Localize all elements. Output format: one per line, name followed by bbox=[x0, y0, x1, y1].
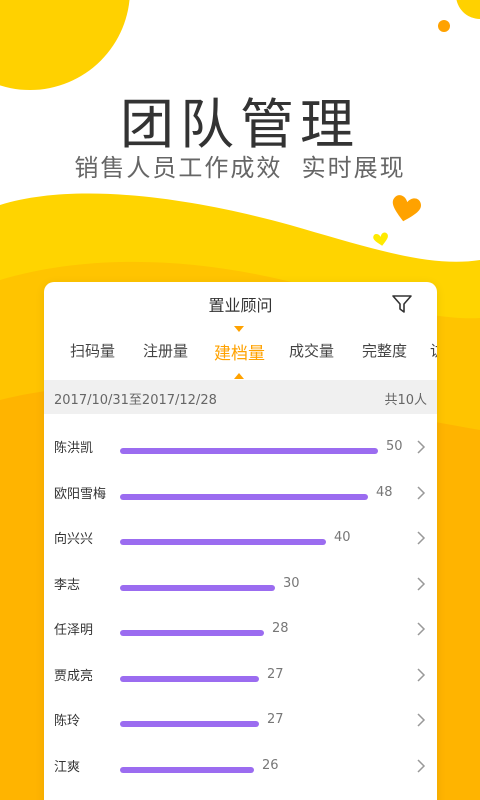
decor-dot-orange bbox=[438, 20, 450, 32]
list-item[interactable]: 向兴兴 40 bbox=[44, 518, 437, 564]
tab-visit[interactable]: 访 bbox=[430, 340, 437, 361]
value-bar bbox=[120, 766, 254, 773]
list-item[interactable]: 任泽明 28 bbox=[44, 609, 437, 655]
tab-deal[interactable]: 成交量 bbox=[289, 340, 334, 361]
consultant-name: 欧阳雪梅 bbox=[54, 486, 107, 502]
value-label: 50 bbox=[386, 439, 403, 454]
value-label: 30 bbox=[283, 575, 300, 591]
active-tab-indicator-top bbox=[234, 326, 244, 332]
active-tab-indicator-bottom bbox=[234, 373, 244, 379]
value-bar bbox=[120, 584, 275, 591]
value-label: 26 bbox=[262, 757, 279, 773]
card-title: 置业顾问 bbox=[208, 296, 273, 315]
chevron-right-icon bbox=[417, 667, 426, 682]
ranking-list: 陈洪凯 50 欧阳雪梅 48 向兴兴 40 李志 30 任泽明 28 贾成亮 27 陈玲 27 江爽 26 bbox=[44, 427, 437, 791]
total-count: 共10人 bbox=[384, 393, 427, 408]
value-label: 28 bbox=[272, 621, 289, 636]
chevron-right-icon bbox=[417, 713, 426, 727]
chevron-right-icon bbox=[417, 758, 426, 773]
value-label: 48 bbox=[376, 484, 393, 500]
chevron-right-icon bbox=[417, 531, 426, 545]
value-label: 40 bbox=[334, 530, 351, 545]
list-item[interactable]: 陈洪凯 50 bbox=[44, 427, 437, 473]
banner-subtitle: 销售人员工作成效 实时展现 bbox=[74, 154, 406, 182]
consultant-name: 陈洪凯 bbox=[54, 441, 94, 456]
consultant-name: 向兴兴 bbox=[54, 532, 94, 547]
value-bar bbox=[120, 721, 259, 727]
team-card: 置业顾问 扫码量 注册量 建档量 成交量 完整度 访 2017/10/31至20… bbox=[44, 282, 437, 800]
chevron-right-icon bbox=[417, 485, 426, 500]
list-item[interactable]: 江爽 26 bbox=[44, 746, 437, 792]
tab-completeness[interactable]: 完整度 bbox=[362, 340, 407, 361]
consultant-name: 李志 bbox=[54, 577, 81, 593]
decor-circle-top-right bbox=[456, 0, 480, 19]
list-item[interactable]: 欧阳雪梅 48 bbox=[44, 473, 437, 519]
tab-archive[interactable]: 建档量 bbox=[214, 339, 265, 364]
decor-circle-top-left bbox=[0, 0, 130, 90]
chevron-right-icon bbox=[417, 440, 426, 454]
tab-scan[interactable]: 扫码量 bbox=[70, 340, 115, 361]
value-bar bbox=[120, 539, 326, 545]
heart-small-icon bbox=[372, 231, 389, 248]
value-label: 27 bbox=[267, 666, 284, 682]
value-bar bbox=[120, 675, 259, 682]
chevron-right-icon bbox=[417, 576, 426, 591]
consultant-name: 任泽明 bbox=[54, 623, 94, 638]
value-bar bbox=[120, 493, 368, 500]
consultant-name: 陈玲 bbox=[54, 714, 81, 729]
consultant-name: 江爽 bbox=[54, 759, 81, 775]
tab-register[interactable]: 注册量 bbox=[143, 340, 188, 361]
date-range: 2017/10/31至2017/12/28 bbox=[54, 393, 217, 408]
consultant-name: 贾成亮 bbox=[54, 668, 94, 684]
heart-icon bbox=[392, 195, 421, 222]
value-label: 27 bbox=[267, 712, 284, 727]
filter-funnel-icon[interactable] bbox=[390, 292, 414, 316]
list-item[interactable]: 贾成亮 27 bbox=[44, 655, 437, 701]
list-item[interactable]: 李志 30 bbox=[44, 564, 437, 610]
value-bar bbox=[120, 448, 378, 454]
date-bar: 2017/10/31至2017/12/28 共10人 bbox=[44, 380, 437, 414]
value-bar bbox=[120, 630, 264, 636]
list-item[interactable]: 陈玲 27 bbox=[44, 700, 437, 746]
chevron-right-icon bbox=[417, 622, 426, 636]
